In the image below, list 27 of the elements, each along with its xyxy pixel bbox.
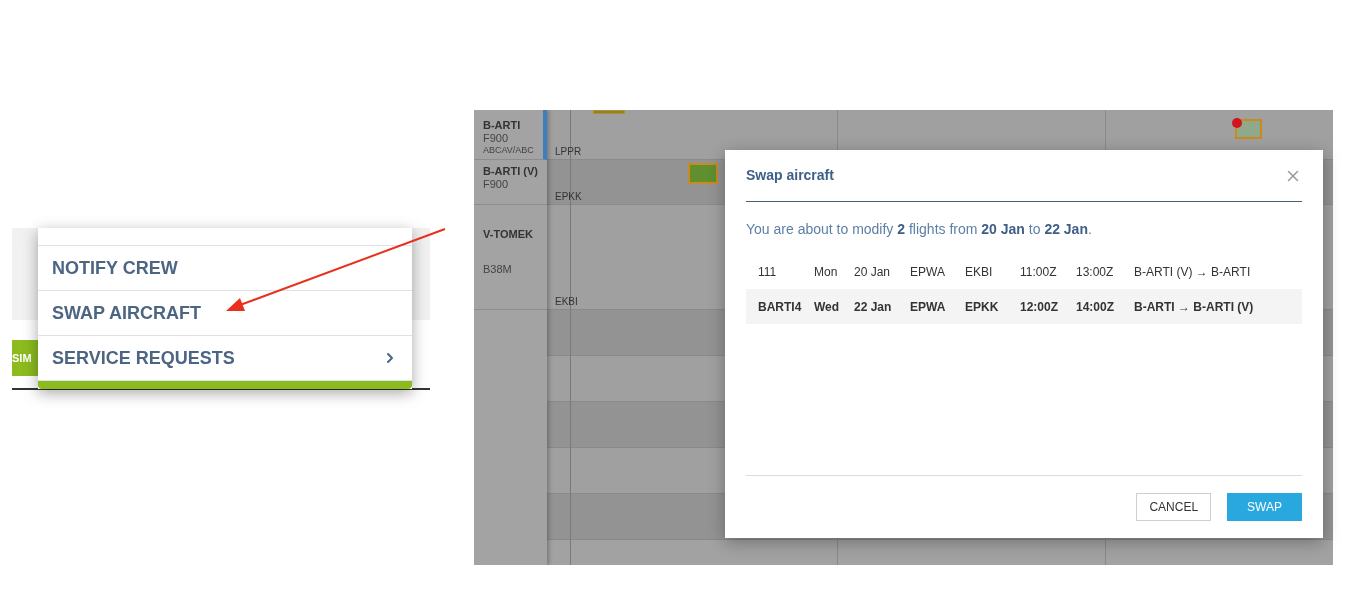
dialog-message: You are about to modify 2 flights from 20 Jan to 22 Jan. — [746, 220, 1093, 239]
flight-block[interactable] — [1232, 118, 1262, 139]
table-cell-text: EKBI — [965, 263, 994, 281]
table-cell-text: 14:00Z — [1076, 298, 1116, 316]
menu-item[interactable]: NOTIFY CREW — [38, 246, 412, 291]
airport-label: EPKK — [555, 190, 582, 204]
table-cell-text: 111 — [758, 263, 778, 281]
table-cell-text: Wed — [814, 298, 841, 316]
table-cell-text: 22 Jan — [854, 298, 893, 316]
table-cell-text: 13:00Z — [1076, 263, 1115, 281]
flight-block[interactable] — [688, 163, 718, 184]
table-cell-text: B-ARTI → B-ARTI (V) — [1134, 298, 1255, 316]
table-cell-text: 20 Jan — [854, 263, 892, 281]
table-cell-text: BARTI4 — [758, 298, 803, 316]
cancel-button[interactable]: CANCEL — [1136, 493, 1212, 521]
table-cell-text: B-ARTI (V) → B-ARTI — [1134, 263, 1252, 281]
table-cell-text: EPWA — [910, 263, 946, 281]
airport-label: EKBI — [555, 295, 578, 309]
flight-block[interactable] — [593, 110, 625, 114]
table-cell-text: EPWA — [910, 298, 947, 316]
airport-label: LPPR — [555, 145, 582, 159]
table-cell-text: Mon — [814, 263, 839, 281]
swap-button[interactable]: SWAP — [1227, 493, 1302, 521]
table-cell-text: 11:00Z — [1020, 263, 1058, 281]
table-cell-text: 12:00Z — [1020, 298, 1060, 316]
table-cell-text: EPKK — [965, 298, 1000, 316]
dialog-title: Swap aircraft — [746, 166, 834, 185]
